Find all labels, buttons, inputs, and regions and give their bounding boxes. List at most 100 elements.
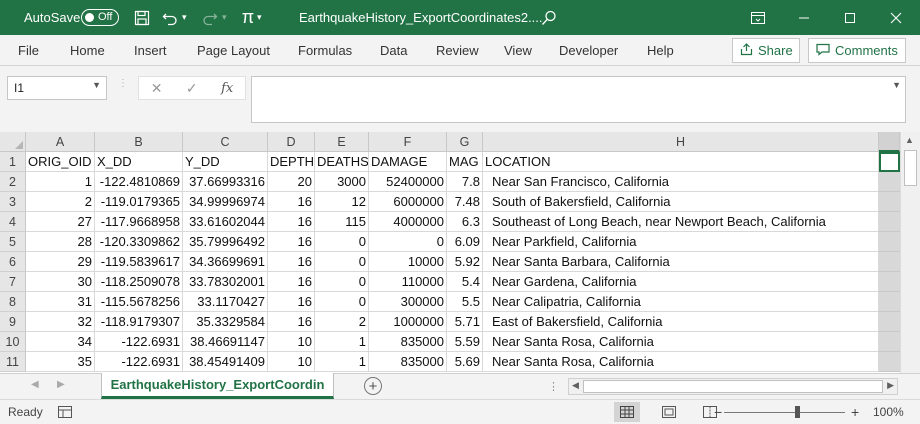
column-header-a[interactable]: A [26, 132, 95, 152]
horizontal-scrollbar[interactable]: ◀ ▶ [568, 378, 898, 395]
table-cell[interactable]: 10 [268, 352, 315, 372]
table-cell[interactable]: 5.71 [447, 312, 483, 332]
next-sheet-icon[interactable]: ▶ [57, 379, 65, 390]
table-cell[interactable]: 35 [26, 352, 95, 372]
row-header-4[interactable]: 4 [0, 212, 26, 232]
row-header-7[interactable]: 7 [0, 272, 26, 292]
row-header-8[interactable]: 8 [0, 292, 26, 312]
undo-icon[interactable] [160, 0, 180, 35]
table-cell[interactable]: 16 [268, 312, 315, 332]
header-cell[interactable]: DAMAGE [369, 152, 447, 172]
header-cell[interactable]: ORIG_OID [26, 152, 95, 172]
table-cell[interactable]: 0 [369, 232, 447, 252]
table-cell[interactable]: 10000 [369, 252, 447, 272]
column-header-b[interactable]: B [95, 132, 183, 152]
selected-column-cell[interactable] [879, 352, 900, 372]
normal-view-icon[interactable] [614, 402, 640, 422]
zoom-slider-track[interactable] [724, 412, 845, 413]
tab-developer[interactable]: Developer [559, 35, 618, 65]
ribbon-display-icon[interactable] [735, 0, 781, 35]
table-cell[interactable]: -119.0179365 [95, 192, 183, 212]
column-header-h[interactable]: H [483, 132, 879, 152]
table-cell[interactable]: -118.9179307 [95, 312, 183, 332]
tab-view[interactable]: View [504, 35, 532, 65]
table-cell[interactable]: 16 [268, 192, 315, 212]
maximize-icon[interactable] [827, 0, 873, 35]
table-cell[interactable]: 34 [26, 332, 95, 352]
table-cell[interactable]: -122.6931 [95, 352, 183, 372]
column-header-c[interactable]: C [183, 132, 268, 152]
table-cell[interactable]: 0 [315, 292, 369, 312]
selected-column-cell[interactable] [879, 332, 900, 352]
table-cell[interactable]: 835000 [369, 332, 447, 352]
tab-split-handle[interactable]: ⋮ [548, 380, 559, 393]
header-cell[interactable]: Y_DD [183, 152, 268, 172]
table-cell[interactable]: 4000000 [369, 212, 447, 232]
table-cell[interactable]: 29 [26, 252, 95, 272]
table-cell[interactable]: 5.92 [447, 252, 483, 272]
row-header-5[interactable]: 5 [0, 232, 26, 252]
table-cell[interactable]: 2 [315, 312, 369, 332]
table-cell[interactable]: 835000 [369, 352, 447, 372]
active-cell[interactable] [879, 152, 900, 172]
table-cell[interactable]: Near Santa Rosa, California [483, 352, 879, 372]
table-cell[interactable]: -122.6931 [95, 332, 183, 352]
search-icon[interactable] [539, 0, 559, 35]
previous-sheet-icon[interactable]: ◀ [31, 379, 39, 390]
table-cell[interactable]: 34.36699691 [183, 252, 268, 272]
table-cell[interactable]: 6.3 [447, 212, 483, 232]
table-cell[interactable]: 5.5 [447, 292, 483, 312]
table-cell[interactable]: 35.3329584 [183, 312, 268, 332]
row-header-9[interactable]: 9 [0, 312, 26, 332]
table-cell[interactable]: -118.2509078 [95, 272, 183, 292]
table-cell[interactable]: 31 [26, 292, 95, 312]
selected-column-cell[interactable] [879, 232, 900, 252]
qat-dropdown-icon[interactable]: ▾ [257, 0, 262, 35]
table-cell[interactable]: -120.3309862 [95, 232, 183, 252]
table-cell[interactable]: 2 [26, 192, 95, 212]
selected-column-cell[interactable] [879, 192, 900, 212]
table-cell[interactable]: 52400000 [369, 172, 447, 192]
row-header-3[interactable]: 3 [0, 192, 26, 212]
table-cell[interactable]: 1 [26, 172, 95, 192]
column-header-i[interactable] [879, 132, 900, 152]
table-cell[interactable]: 1000000 [369, 312, 447, 332]
table-cell[interactable]: 33.61602044 [183, 212, 268, 232]
table-cell[interactable]: 0 [315, 252, 369, 272]
vertical-scrollbar[interactable]: ▲ [900, 132, 920, 373]
table-cell[interactable]: Southeast of Long Beach, near Newport Be… [483, 212, 879, 232]
selected-column-cell[interactable] [879, 272, 900, 292]
row-header-1[interactable]: 1 [0, 152, 26, 172]
horizontal-scroll-thumb[interactable] [583, 380, 883, 393]
tab-review[interactable]: Review [436, 35, 479, 65]
select-all-button[interactable] [0, 132, 26, 152]
table-cell[interactable]: 1 [315, 332, 369, 352]
close-icon[interactable] [873, 0, 919, 35]
selected-column-cell[interactable] [879, 312, 900, 332]
table-cell[interactable]: Near Gardena, California [483, 272, 879, 292]
header-cell[interactable]: X_DD [95, 152, 183, 172]
formula-input[interactable]: ▼ [251, 76, 906, 123]
selected-column-cell[interactable] [879, 172, 900, 192]
scroll-left-icon[interactable]: ◀ [572, 380, 579, 391]
zoom-level[interactable]: 100% [873, 400, 904, 424]
table-cell[interactable]: 12 [315, 192, 369, 212]
undo-dropdown-icon[interactable]: ▾ [182, 0, 187, 35]
table-cell[interactable]: 110000 [369, 272, 447, 292]
zoom-out-button[interactable]: − [714, 400, 722, 424]
table-cell[interactable]: 27 [26, 212, 95, 232]
tab-help[interactable]: Help [647, 35, 674, 65]
table-cell[interactable]: 5.4 [447, 272, 483, 292]
row-header-11[interactable]: 11 [0, 352, 26, 372]
table-cell[interactable]: -117.9668958 [95, 212, 183, 232]
table-cell[interactable]: -115.5678256 [95, 292, 183, 312]
row-header-6[interactable]: 6 [0, 252, 26, 272]
accessibility-icon[interactable] [58, 400, 72, 424]
table-cell[interactable]: 28 [26, 232, 95, 252]
customize-qat-icon[interactable]: π [238, 0, 258, 35]
table-cell[interactable]: Near San Francisco, California [483, 172, 879, 192]
tab-file[interactable]: File [18, 35, 39, 65]
table-cell[interactable]: -122.4810869 [95, 172, 183, 192]
table-cell[interactable]: 300000 [369, 292, 447, 312]
table-cell[interactable]: 7.8 [447, 172, 483, 192]
